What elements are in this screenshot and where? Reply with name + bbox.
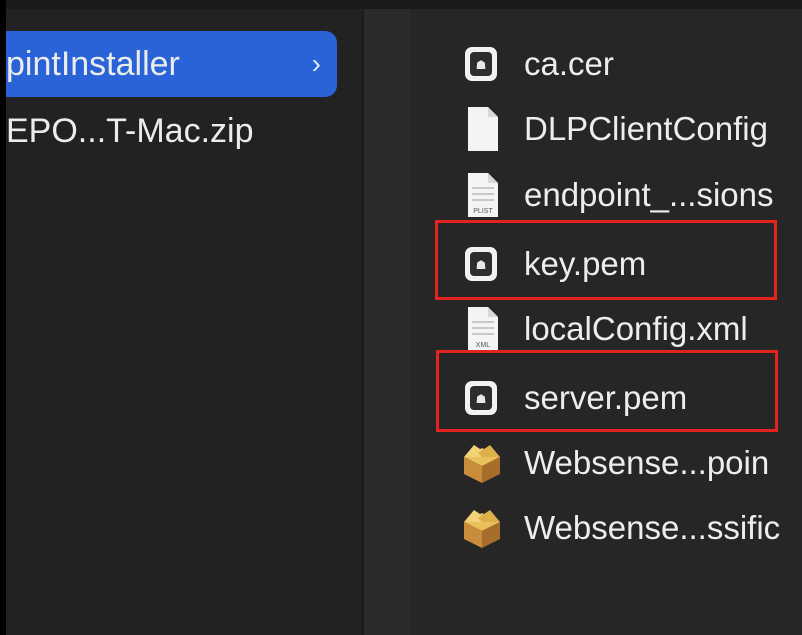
column-gutter xyxy=(364,9,410,635)
file-name: Websense...poin xyxy=(524,444,770,481)
package-icon xyxy=(464,510,500,548)
sidebar-item-label: EPO...T-Mac.zip xyxy=(6,112,254,150)
svg-text:☗: ☗ xyxy=(476,58,487,72)
file-item-websense-endpoint-pkg[interactable]: Websense...poin xyxy=(460,433,802,493)
sidebar-item-epo-zip[interactable]: EPO...T-Mac.zip xyxy=(6,98,356,164)
file-item-dlpclientconfig[interactable]: DLPClientConfig xyxy=(460,99,802,159)
window-top-edge xyxy=(0,0,802,9)
highlight-box-server-pem xyxy=(436,350,778,432)
file-item-ca-cer[interactable]: ☗ ca.cer xyxy=(460,34,802,94)
highlight-box-key-pem xyxy=(435,220,777,300)
file-name: endpoint_...sions xyxy=(524,176,774,213)
plist-document-icon: PLIST xyxy=(468,173,498,217)
icon-caption: PLIST xyxy=(473,208,493,215)
package-icon xyxy=(464,445,500,483)
sidebar-item-endpoint-installer[interactable]: pintInstaller › xyxy=(6,31,337,97)
chevron-right-icon: › xyxy=(311,48,321,79)
file-item-websense-classifier-pkg[interactable]: Websense...ssific xyxy=(460,498,802,558)
icon-caption: XML xyxy=(476,342,491,349)
certificate-icon: ☗ xyxy=(465,47,497,81)
file-name: ca.cer xyxy=(524,45,614,82)
file-name: DLPClientConfig xyxy=(524,110,768,147)
blank-document-icon xyxy=(468,107,498,151)
xml-document-icon: XML xyxy=(468,307,498,351)
file-item-endpoint-plist[interactable]: PLIST endpoint_...sions xyxy=(460,165,802,225)
sidebar-item-label: pintInstaller xyxy=(6,45,180,83)
file-name: Websense...ssific xyxy=(524,509,781,546)
